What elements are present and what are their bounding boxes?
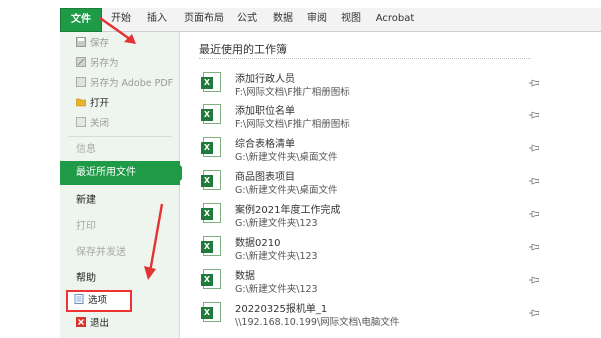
recent-file-path: \\192.168.10.199\网际文档\电脑文件 [235, 317, 400, 328]
recent-file-row[interactable]: 案例2021年度工作完成 G:\新建文件夹\123 [199, 199, 539, 231]
menu-divider [68, 136, 172, 137]
recent-menu-item[interactable]: 最近所用文件 [60, 161, 188, 185]
recent-file-name: 商品图表项目 [235, 172, 295, 183]
tab-page-layout[interactable]: 页面布局 [178, 8, 230, 32]
recent-file-name: 添加行政人员 [235, 74, 295, 85]
annotation-arrow-file [99, 17, 136, 44]
close-file-icon [76, 115, 86, 127]
excel-file-icon [201, 236, 221, 256]
tab-review[interactable]: 审阅 [302, 8, 332, 32]
annotation-arrow-options [144, 203, 164, 280]
pin-icon[interactable] [529, 243, 539, 251]
title-divider [199, 58, 531, 59]
excel-file-icon [201, 72, 221, 92]
excel-file-icon [201, 269, 221, 289]
tab-view[interactable]: 视图 [336, 8, 366, 32]
recent-file-row[interactable]: 20220325报机单_1 \\192.168.10.199\网际文档\电脑文件 [199, 298, 539, 330]
tab-data[interactable]: 数据 [268, 8, 298, 32]
recent-file-path: G:\新建文件夹\123 [235, 284, 318, 295]
excel-file-icon [201, 302, 221, 322]
options-icon [74, 293, 84, 304]
pin-icon[interactable] [529, 276, 539, 284]
save-as-pdf-label: 另存为 Adobe PDF [90, 78, 174, 89]
recent-file-row[interactable]: 数据0210 G:\新建文件夹\123 [199, 232, 539, 264]
recent-file-name: 数据0210 [235, 238, 281, 249]
recent-workbooks-title: 最近使用的工作簿 [199, 43, 287, 56]
recent-file-row[interactable]: 商品图表项目 G:\新建文件夹\桌面文件 [199, 166, 539, 198]
open-label: 打开 [90, 98, 110, 109]
recent-file-row[interactable]: 综合表格清单 G:\新建文件夹\桌面文件 [199, 133, 539, 165]
recent-file-name: 数据 [235, 271, 255, 282]
recent-file-name: 案例2021年度工作完成 [235, 205, 341, 216]
pin-icon[interactable] [529, 79, 539, 87]
recent-file-path: G:\新建文件夹\桌面文件 [235, 185, 338, 196]
pin-icon[interactable] [529, 111, 539, 119]
excel-file-icon [201, 137, 221, 157]
recent-file-path: F:\网际文档\F推广相册图标 [235, 119, 350, 130]
exit-icon [76, 315, 86, 327]
recent-file-row[interactable]: 数据 G:\新建文件夹\123 [199, 265, 539, 297]
close-menu-item[interactable]: 关闭 [60, 114, 180, 134]
save-as-menu-item[interactable]: 另存为 [60, 54, 180, 74]
save-as-icon [76, 55, 86, 67]
exit-label: 退出 [90, 318, 110, 329]
excel-file-icon [201, 170, 221, 190]
options-menu-item[interactable]: 选项 [66, 290, 132, 312]
options-label: 选项 [88, 295, 108, 306]
tab-formulas[interactable]: 公式 [232, 8, 262, 32]
tab-insert[interactable]: 插入 [142, 8, 172, 32]
recent-file-row[interactable]: 添加职位名单 F:\网际文档\F推广相册图标 [199, 100, 539, 132]
exit-menu-item[interactable]: 退出 [60, 314, 180, 334]
folder-open-icon [75, 95, 87, 107]
excel-file-icon [201, 104, 221, 124]
recent-file-path: G:\新建文件夹\123 [235, 218, 318, 229]
pin-icon[interactable] [529, 309, 539, 317]
open-menu-item[interactable]: 打开 [60, 94, 180, 114]
info-menu-item[interactable]: 信息 [60, 138, 180, 162]
excel-file-icon [201, 203, 221, 223]
recent-file-name: 综合表格清单 [235, 139, 295, 150]
pdf-icon [76, 75, 86, 87]
save-as-pdf-menu-item[interactable]: 另存为 Adobe PDF [60, 74, 180, 94]
pin-icon[interactable] [529, 210, 539, 218]
recent-file-path: G:\新建文件夹\桌面文件 [235, 152, 338, 163]
close-label: 关闭 [90, 118, 110, 129]
recent-file-name: 20220325报机单_1 [235, 304, 328, 315]
recent-file-path: F:\网际文档\F推广相册图标 [235, 87, 350, 98]
recent-file-row[interactable]: 添加行政人员 F:\网际文档\F推广相册图标 [199, 68, 539, 100]
pin-icon[interactable] [529, 177, 539, 185]
save-icon [76, 35, 86, 47]
backstage-menu: 保存 另存为 另存为 Adobe PDF 打开 关闭 信息 最近所用文件 新建 … [60, 32, 188, 338]
pin-icon[interactable] [529, 144, 539, 152]
recent-workbooks-panel: 最近使用的工作簿 添加行政人员 F:\网际文档\F推广相册图标 添加职位名单 F… [182, 32, 542, 338]
recent-file-path: G:\新建文件夹\123 [235, 251, 318, 262]
recent-file-name: 添加职位名单 [235, 106, 295, 117]
tab-acrobat[interactable]: Acrobat [372, 8, 418, 32]
save-as-label: 另存为 [90, 58, 119, 69]
